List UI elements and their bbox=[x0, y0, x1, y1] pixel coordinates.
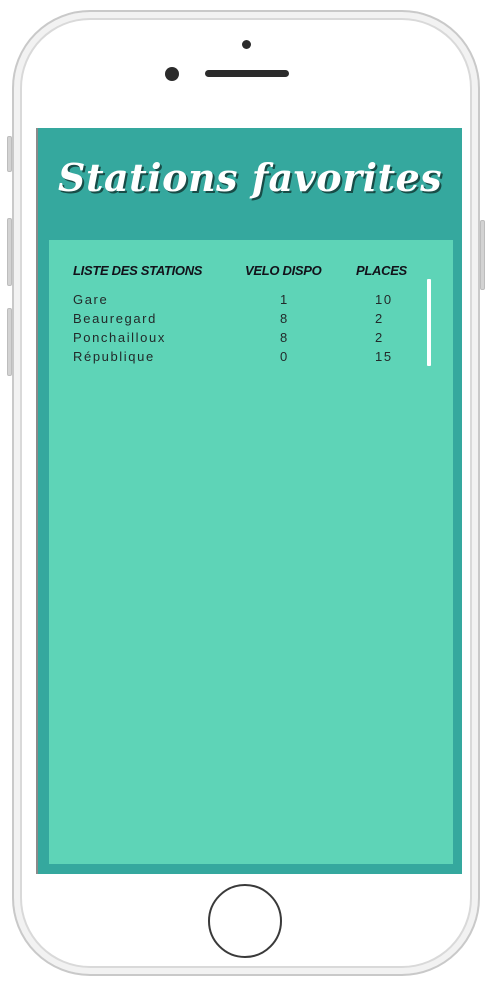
station-name: Beauregard bbox=[73, 311, 157, 326]
power-button bbox=[480, 220, 485, 290]
station-row-beauregard[interactable]: Beauregard 8 2 bbox=[49, 309, 453, 328]
station-row-ponchailloux[interactable]: Ponchailloux 8 2 bbox=[49, 328, 453, 347]
earpiece-speaker bbox=[205, 70, 289, 77]
station-name: Ponchailloux bbox=[73, 330, 166, 345]
column-header-velo: VELO DISPO bbox=[245, 263, 322, 278]
app-screen: Stations favorites LISTE DES STATIONS VE… bbox=[38, 128, 462, 874]
list-scrollbar[interactable] bbox=[427, 279, 431, 366]
places-count: 15 bbox=[375, 349, 393, 364]
volume-up-button bbox=[7, 218, 12, 286]
station-row-republique[interactable]: République 0 15 bbox=[49, 347, 453, 366]
proximity-sensor bbox=[165, 67, 179, 81]
stations-panel: LISTE DES STATIONS VELO DISPO PLACES Gar… bbox=[49, 240, 453, 864]
velo-count: 1 bbox=[280, 292, 289, 307]
column-header-stations: LISTE DES STATIONS bbox=[73, 263, 203, 278]
page-title: Stations favorites bbox=[58, 155, 443, 200]
velo-count: 0 bbox=[280, 349, 289, 364]
velo-count: 8 bbox=[280, 330, 289, 345]
mute-switch bbox=[7, 136, 12, 172]
volume-down-button bbox=[7, 308, 12, 376]
station-row-gare[interactable]: Gare 1 10 bbox=[49, 290, 453, 309]
places-count: 2 bbox=[375, 311, 384, 326]
home-button[interactable] bbox=[208, 884, 282, 958]
velo-count: 8 bbox=[280, 311, 289, 326]
places-count: 2 bbox=[375, 330, 384, 345]
places-count: 10 bbox=[375, 292, 393, 307]
column-header-places: PLACES bbox=[356, 263, 407, 278]
station-name: République bbox=[73, 349, 155, 364]
front-camera bbox=[242, 40, 251, 49]
stations-list: Gare 1 10 Beauregard 8 2 Ponchailloux 8 … bbox=[49, 290, 453, 366]
station-name: Gare bbox=[73, 292, 109, 307]
